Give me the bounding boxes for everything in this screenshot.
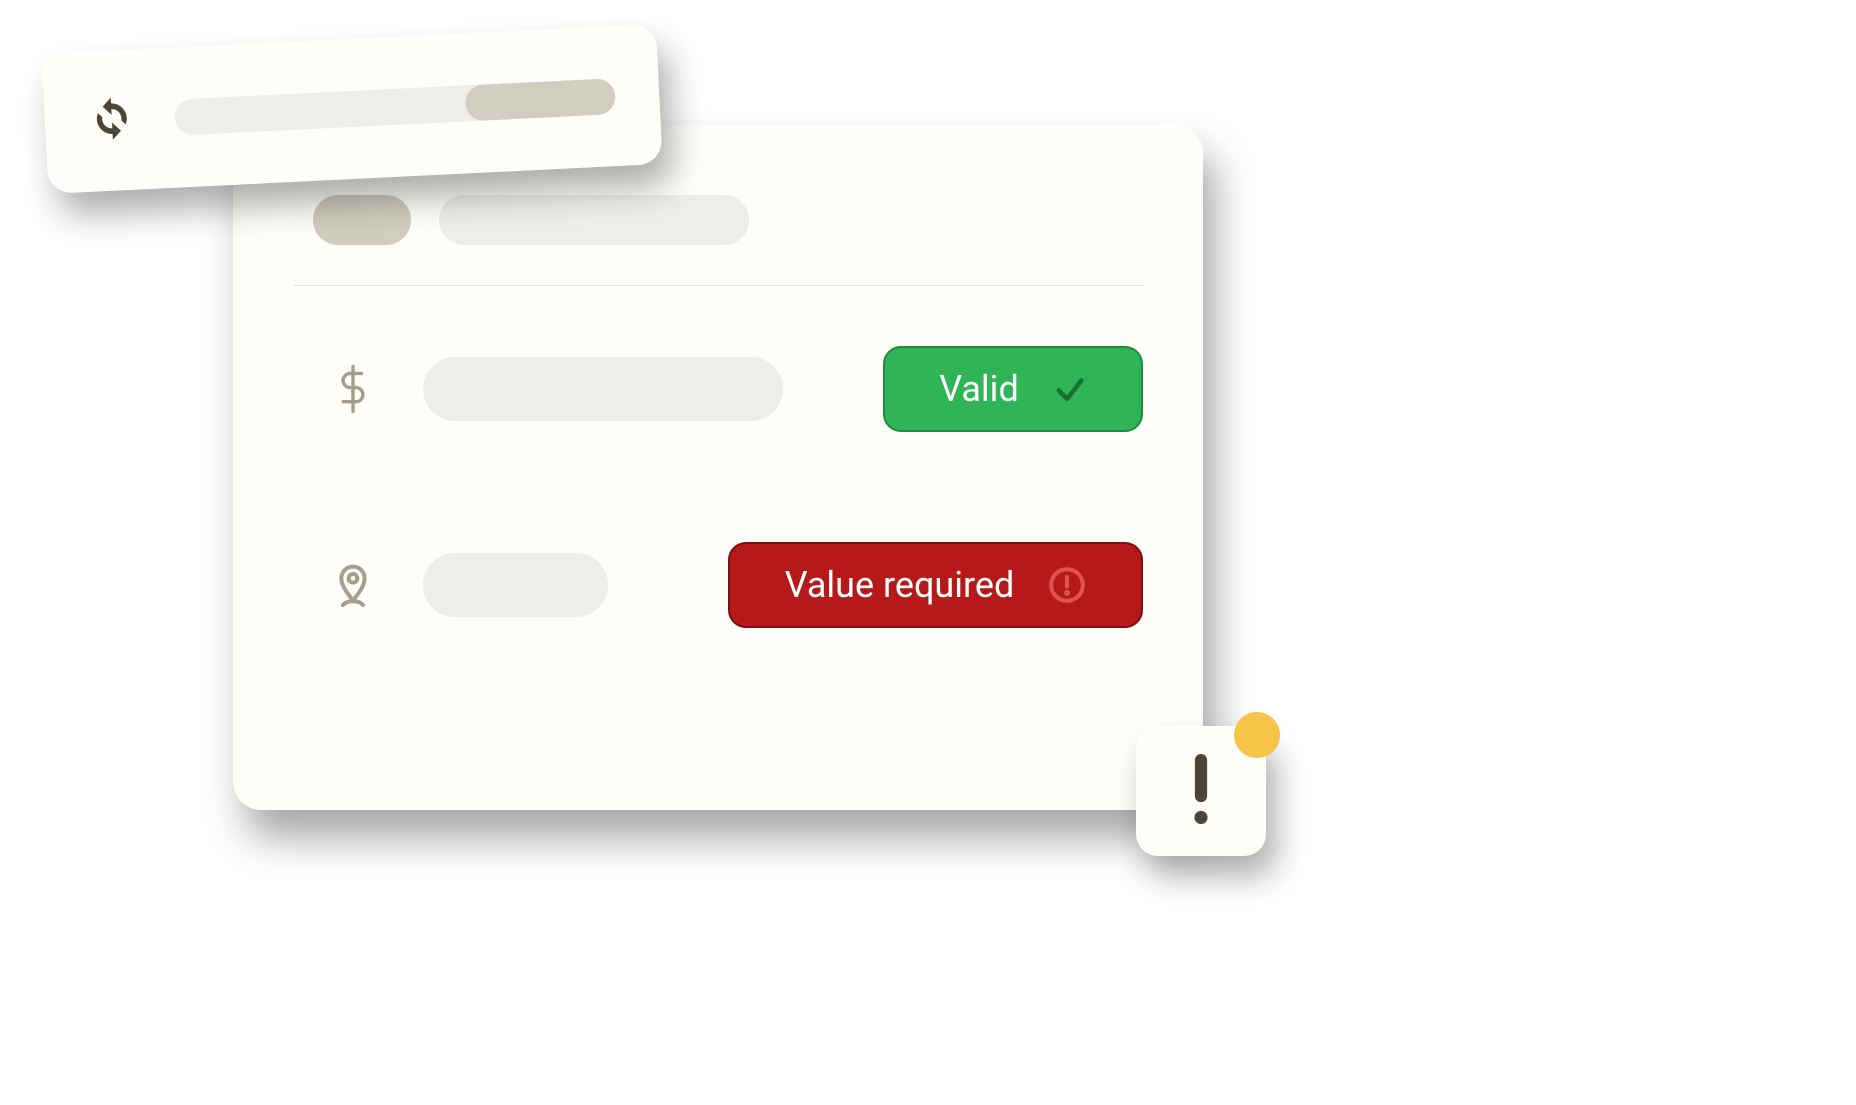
form-row-location: Value required <box>293 542 1143 628</box>
progress-fill <box>465 78 617 121</box>
status-badge-valid: Valid <box>883 346 1143 432</box>
header-title-placeholder <box>439 195 749 245</box>
alert-circle-icon <box>1048 566 1086 604</box>
dollar-icon <box>323 365 383 413</box>
check-icon <box>1053 372 1087 406</box>
status-label: Valid <box>939 368 1019 410</box>
card-header <box>313 195 1143 285</box>
form-card: Valid Value required <box>233 125 1203 810</box>
refresh-icon <box>88 95 136 147</box>
progress-card <box>42 24 663 194</box>
location-field-placeholder[interactable] <box>423 553 608 617</box>
divider <box>293 285 1143 286</box>
notification-dot <box>1234 712 1280 758</box>
header-chip-placeholder <box>313 195 411 245</box>
location-pin-icon <box>323 560 383 610</box>
status-label: Value required <box>785 564 1015 606</box>
form-row-price: Valid <box>293 346 1143 432</box>
price-field-placeholder[interactable] <box>423 357 783 421</box>
progress-track <box>174 78 616 135</box>
exclamation-icon <box>1189 754 1213 828</box>
status-badge-error: Value required <box>728 542 1143 628</box>
notification-card[interactable] <box>1136 726 1266 856</box>
